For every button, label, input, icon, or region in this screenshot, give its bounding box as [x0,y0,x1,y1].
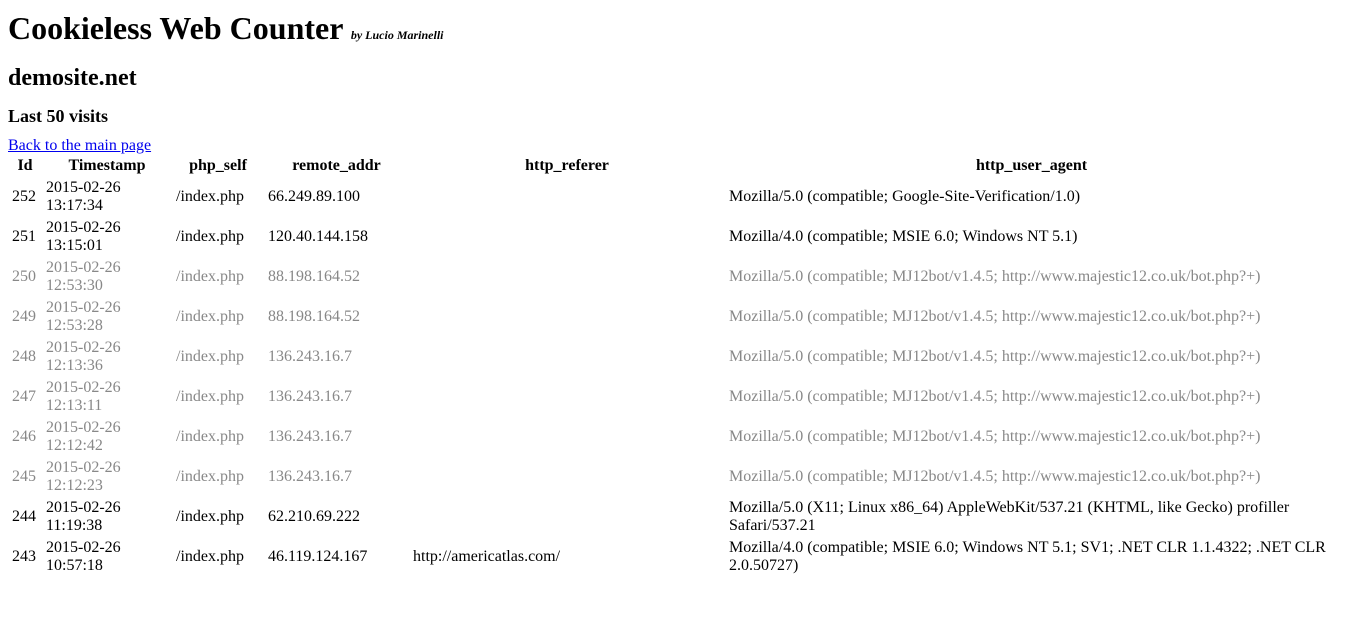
col-timestamp: Timestamp [42,155,172,177]
page-title: Cookieless Web Counter by Lucio Marinell… [8,10,1338,47]
cell-php-self: /index.php [172,457,264,497]
cell-id: 250 [8,257,42,297]
cell-timestamp: 2015-02-26 12:13:11 [42,377,172,417]
back-link[interactable]: Back to the main page [8,137,151,154]
cell-http-referer [409,337,725,377]
cell-php-self: /index.php [172,257,264,297]
cell-remote-addr: 136.243.16.7 [264,417,409,457]
cell-id: 251 [8,217,42,257]
table-row: 2442015-02-26 11:19:38/index.php62.210.6… [8,497,1338,537]
table-row: 2462015-02-26 12:12:42/index.php136.243.… [8,417,1338,457]
table-row: 2502015-02-26 12:53:30/index.php88.198.1… [8,257,1338,297]
cell-http-referer [409,297,725,337]
cell-timestamp: 2015-02-26 13:15:01 [42,217,172,257]
cell-remote-addr: 136.243.16.7 [264,337,409,377]
cell-user-agent: Mozilla/4.0 (compatible; MSIE 6.0; Windo… [725,217,1338,257]
cell-timestamp: 2015-02-26 10:57:18 [42,537,172,577]
cell-remote-addr: 136.243.16.7 [264,377,409,417]
cell-user-agent: Mozilla/5.0 (compatible; MJ12bot/v1.4.5;… [725,337,1338,377]
cell-user-agent: Mozilla/5.0 (compatible; MJ12bot/v1.4.5;… [725,377,1338,417]
cell-id: 245 [8,457,42,497]
cell-timestamp: 2015-02-26 12:12:23 [42,457,172,497]
title-text: Cookieless Web Counter [8,10,343,46]
table-row: 2432015-02-26 10:57:18/index.php46.119.1… [8,537,1338,577]
visits-table: Id Timestamp php_self remote_addr http_r… [8,155,1338,577]
cell-php-self: /index.php [172,337,264,377]
col-id: Id [8,155,42,177]
cell-timestamp: 2015-02-26 12:12:42 [42,417,172,457]
cell-remote-addr: 88.198.164.52 [264,297,409,337]
cell-http-referer [409,497,725,537]
table-row: 2512015-02-26 13:15:01/index.php120.40.1… [8,217,1338,257]
cell-user-agent: Mozilla/5.0 (X11; Linux x86_64) AppleWeb… [725,497,1338,537]
byline: by Lucio Marinelli [351,28,444,42]
cell-user-agent: Mozilla/5.0 (compatible; MJ12bot/v1.4.5;… [725,457,1338,497]
cell-php-self: /index.php [172,537,264,577]
cell-user-agent: Mozilla/5.0 (compatible; Google-Site-Ver… [725,177,1338,217]
site-name: demosite.net [8,65,1338,92]
col-remote-addr: remote_addr [264,155,409,177]
cell-remote-addr: 62.210.69.222 [264,497,409,537]
section-subtitle: Last 50 visits [8,106,1338,127]
cell-remote-addr: 46.119.124.167 [264,537,409,577]
cell-php-self: /index.php [172,497,264,537]
cell-php-self: /index.php [172,297,264,337]
cell-php-self: /index.php [172,177,264,217]
cell-http-referer [409,217,725,257]
table-row: 2522015-02-26 13:17:34/index.php66.249.8… [8,177,1338,217]
cell-php-self: /index.php [172,217,264,257]
cell-id: 249 [8,297,42,337]
cell-timestamp: 2015-02-26 12:53:28 [42,297,172,337]
cell-remote-addr: 66.249.89.100 [264,177,409,217]
cell-php-self: /index.php [172,417,264,457]
table-row: 2492015-02-26 12:53:28/index.php88.198.1… [8,297,1338,337]
cell-remote-addr: 88.198.164.52 [264,257,409,297]
cell-http-referer [409,257,725,297]
cell-user-agent: Mozilla/4.0 (compatible; MSIE 6.0; Windo… [725,537,1338,577]
cell-http-referer [409,177,725,217]
cell-http-referer [409,417,725,457]
cell-timestamp: 2015-02-26 13:17:34 [42,177,172,217]
cell-user-agent: Mozilla/5.0 (compatible; MJ12bot/v1.4.5;… [725,257,1338,297]
cell-php-self: /index.php [172,377,264,417]
cell-http-referer [409,377,725,417]
cell-timestamp: 2015-02-26 12:53:30 [42,257,172,297]
cell-timestamp: 2015-02-26 11:19:38 [42,497,172,537]
cell-timestamp: 2015-02-26 12:13:36 [42,337,172,377]
table-header-row: Id Timestamp php_self remote_addr http_r… [8,155,1338,177]
col-user-agent: http_user_agent [725,155,1338,177]
cell-id: 246 [8,417,42,457]
cell-id: 243 [8,537,42,577]
table-row: 2452015-02-26 12:12:23/index.php136.243.… [8,457,1338,497]
cell-id: 247 [8,377,42,417]
cell-id: 248 [8,337,42,377]
cell-id: 244 [8,497,42,537]
cell-http-referer: http://americatlas.com/ [409,537,725,577]
cell-remote-addr: 136.243.16.7 [264,457,409,497]
cell-user-agent: Mozilla/5.0 (compatible; MJ12bot/v1.4.5;… [725,417,1338,457]
table-row: 2472015-02-26 12:13:11/index.php136.243.… [8,377,1338,417]
cell-user-agent: Mozilla/5.0 (compatible; MJ12bot/v1.4.5;… [725,297,1338,337]
col-http-referer: http_referer [409,155,725,177]
col-php-self: php_self [172,155,264,177]
cell-http-referer [409,457,725,497]
table-row: 2482015-02-26 12:13:36/index.php136.243.… [8,337,1338,377]
cell-id: 252 [8,177,42,217]
cell-remote-addr: 120.40.144.158 [264,217,409,257]
